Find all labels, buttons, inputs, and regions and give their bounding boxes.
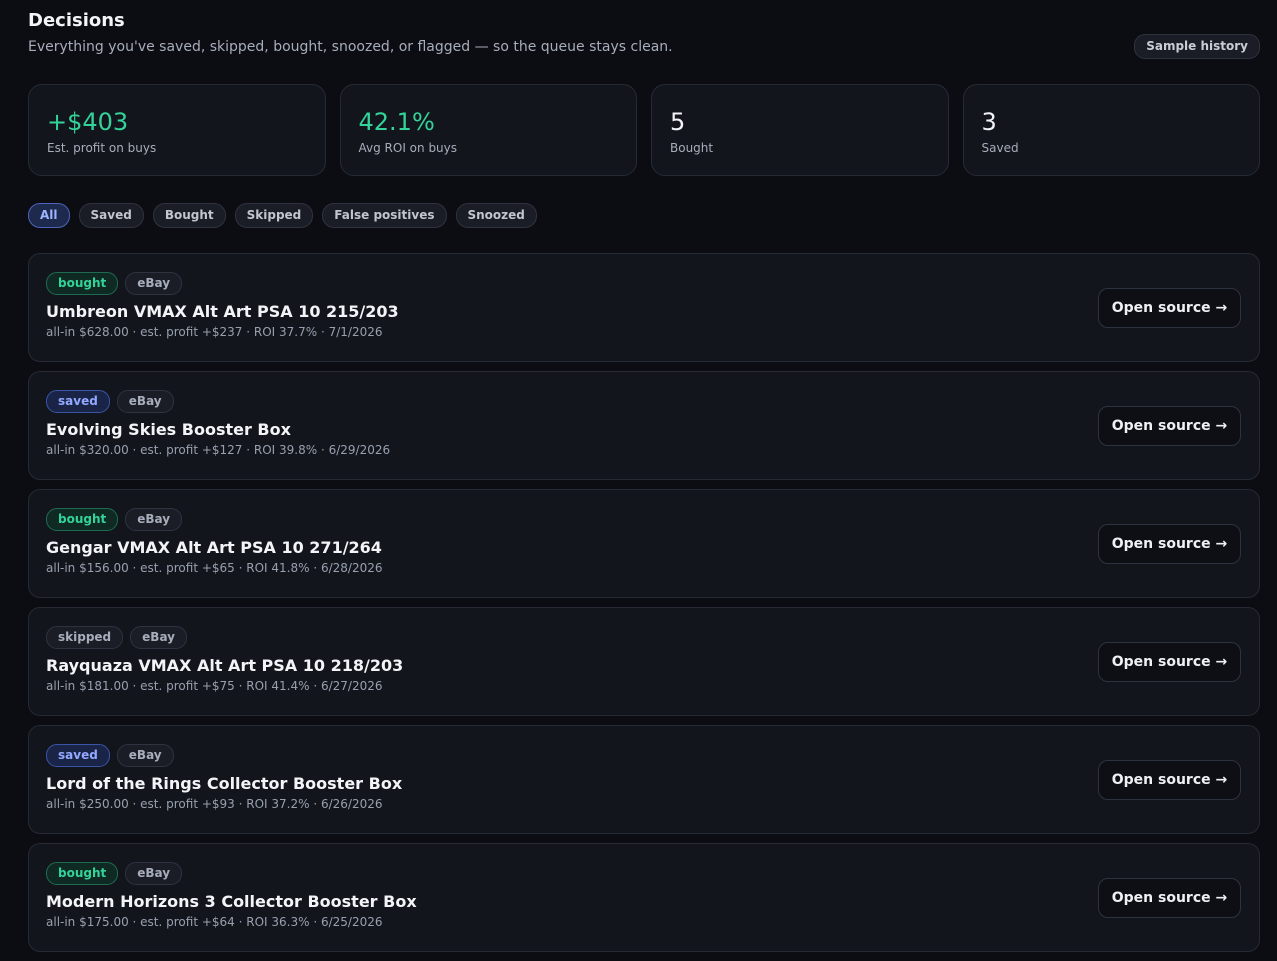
stat-label: Est. profit on buys [47, 141, 157, 155]
stat-label: Avg ROI on buys [358, 141, 458, 155]
row-tags: saved eBay [46, 744, 1242, 767]
decision-row: saved eBay Lord of the Rings Collector B… [28, 725, 1260, 834]
item-title: Lord of the Rings Collector Booster Box [46, 774, 403, 793]
open-source-button[interactable]: Open source → [1098, 760, 1241, 800]
stat-value: 3 [981, 108, 997, 136]
filter-false-positives[interactable]: False positives [322, 203, 447, 228]
source-badge: eBay [116, 744, 174, 767]
item-meta: all-in $250.00 · est. profit +$93 · ROI … [46, 797, 383, 811]
stat-card-bought: 5 Bought [651, 84, 949, 176]
item-meta: all-in $628.00 · est. profit +$237 · ROI… [46, 325, 383, 339]
source-badge: eBay [125, 272, 183, 295]
open-source-button[interactable]: Open source → [1098, 878, 1241, 918]
row-tags: bought eBay [46, 508, 1242, 531]
decision-row: bought eBay Gengar VMAX Alt Art PSA 10 2… [28, 489, 1260, 598]
item-meta: all-in $181.00 · est. profit +$75 · ROI … [46, 679, 383, 693]
filter-snoozed[interactable]: Snoozed [455, 203, 537, 228]
page-header: Decisions Everything you've saved, skipp… [28, 10, 1260, 60]
decision-list: bought eBay Umbreon VMAX Alt Art PSA 10 … [28, 253, 1260, 961]
row-tags: bought eBay [46, 272, 1242, 295]
page-subtitle: Everything you've saved, skipped, bought… [28, 39, 673, 55]
sample-history-button[interactable]: Sample history [1134, 34, 1260, 59]
item-meta: all-in $320.00 · est. profit +$127 · ROI… [46, 443, 391, 457]
status-badge: saved [46, 390, 110, 413]
status-badge: saved [46, 744, 110, 767]
decision-row: skipped eBay Rayquaza VMAX Alt Art PSA 1… [28, 607, 1260, 716]
stat-value: +$403 [47, 108, 129, 136]
open-source-button[interactable]: Open source → [1098, 524, 1241, 564]
item-meta: all-in $156.00 · est. profit +$65 · ROI … [46, 561, 383, 575]
open-source-button[interactable]: Open source → [1098, 406, 1241, 446]
stat-label: Saved [981, 141, 1019, 155]
filter-bought[interactable]: Bought [152, 203, 226, 228]
row-tags: saved eBay [46, 390, 1242, 413]
row-tags: skipped eBay [46, 626, 1242, 649]
stat-value: 5 [670, 108, 686, 136]
source-badge: eBay [116, 390, 174, 413]
filter-chips: All Saved Bought Skipped False positives… [28, 203, 537, 228]
filter-saved[interactable]: Saved [78, 203, 144, 228]
stat-value: 42.1% [358, 108, 435, 136]
source-badge: eBay [125, 862, 183, 885]
status-badge: skipped [46, 626, 124, 649]
stat-label: Bought [670, 141, 714, 155]
status-badge: bought [46, 272, 119, 295]
decision-row: bought eBay Umbreon VMAX Alt Art PSA 10 … [28, 253, 1260, 362]
open-source-button[interactable]: Open source → [1098, 642, 1241, 682]
item-title: Rayquaza VMAX Alt Art PSA 10 218/203 [46, 656, 404, 675]
status-badge: bought [46, 508, 119, 531]
item-title: Modern Horizons 3 Collector Booster Box [46, 892, 417, 911]
stat-card-roi: 42.1% Avg ROI on buys [339, 84, 637, 176]
item-title: Gengar VMAX Alt Art PSA 10 271/264 [46, 538, 382, 557]
page-title: Decisions [28, 10, 125, 31]
filter-all[interactable]: All [28, 203, 70, 228]
filter-skipped[interactable]: Skipped [234, 203, 314, 228]
open-source-button[interactable]: Open source → [1098, 288, 1241, 328]
source-badge: eBay [130, 626, 187, 649]
status-badge: bought [46, 862, 119, 885]
source-badge: eBay [125, 508, 183, 531]
decision-row: bought eBay Modern Horizons 3 Collector … [28, 843, 1260, 952]
decision-row: saved eBay Evolving Skies Booster Box al… [28, 371, 1260, 480]
item-title: Umbreon VMAX Alt Art PSA 10 215/203 [46, 302, 399, 321]
item-title: Evolving Skies Booster Box [46, 420, 291, 439]
stat-card-profit: +$403 Est. profit on buys [28, 84, 326, 176]
row-tags: bought eBay [46, 862, 1242, 885]
item-meta: all-in $175.00 · est. profit +$64 · ROI … [46, 915, 383, 929]
stats-row: +$403 Est. profit on buys 42.1% Avg ROI … [28, 84, 1260, 176]
stat-card-saved: 3 Saved [962, 84, 1260, 176]
